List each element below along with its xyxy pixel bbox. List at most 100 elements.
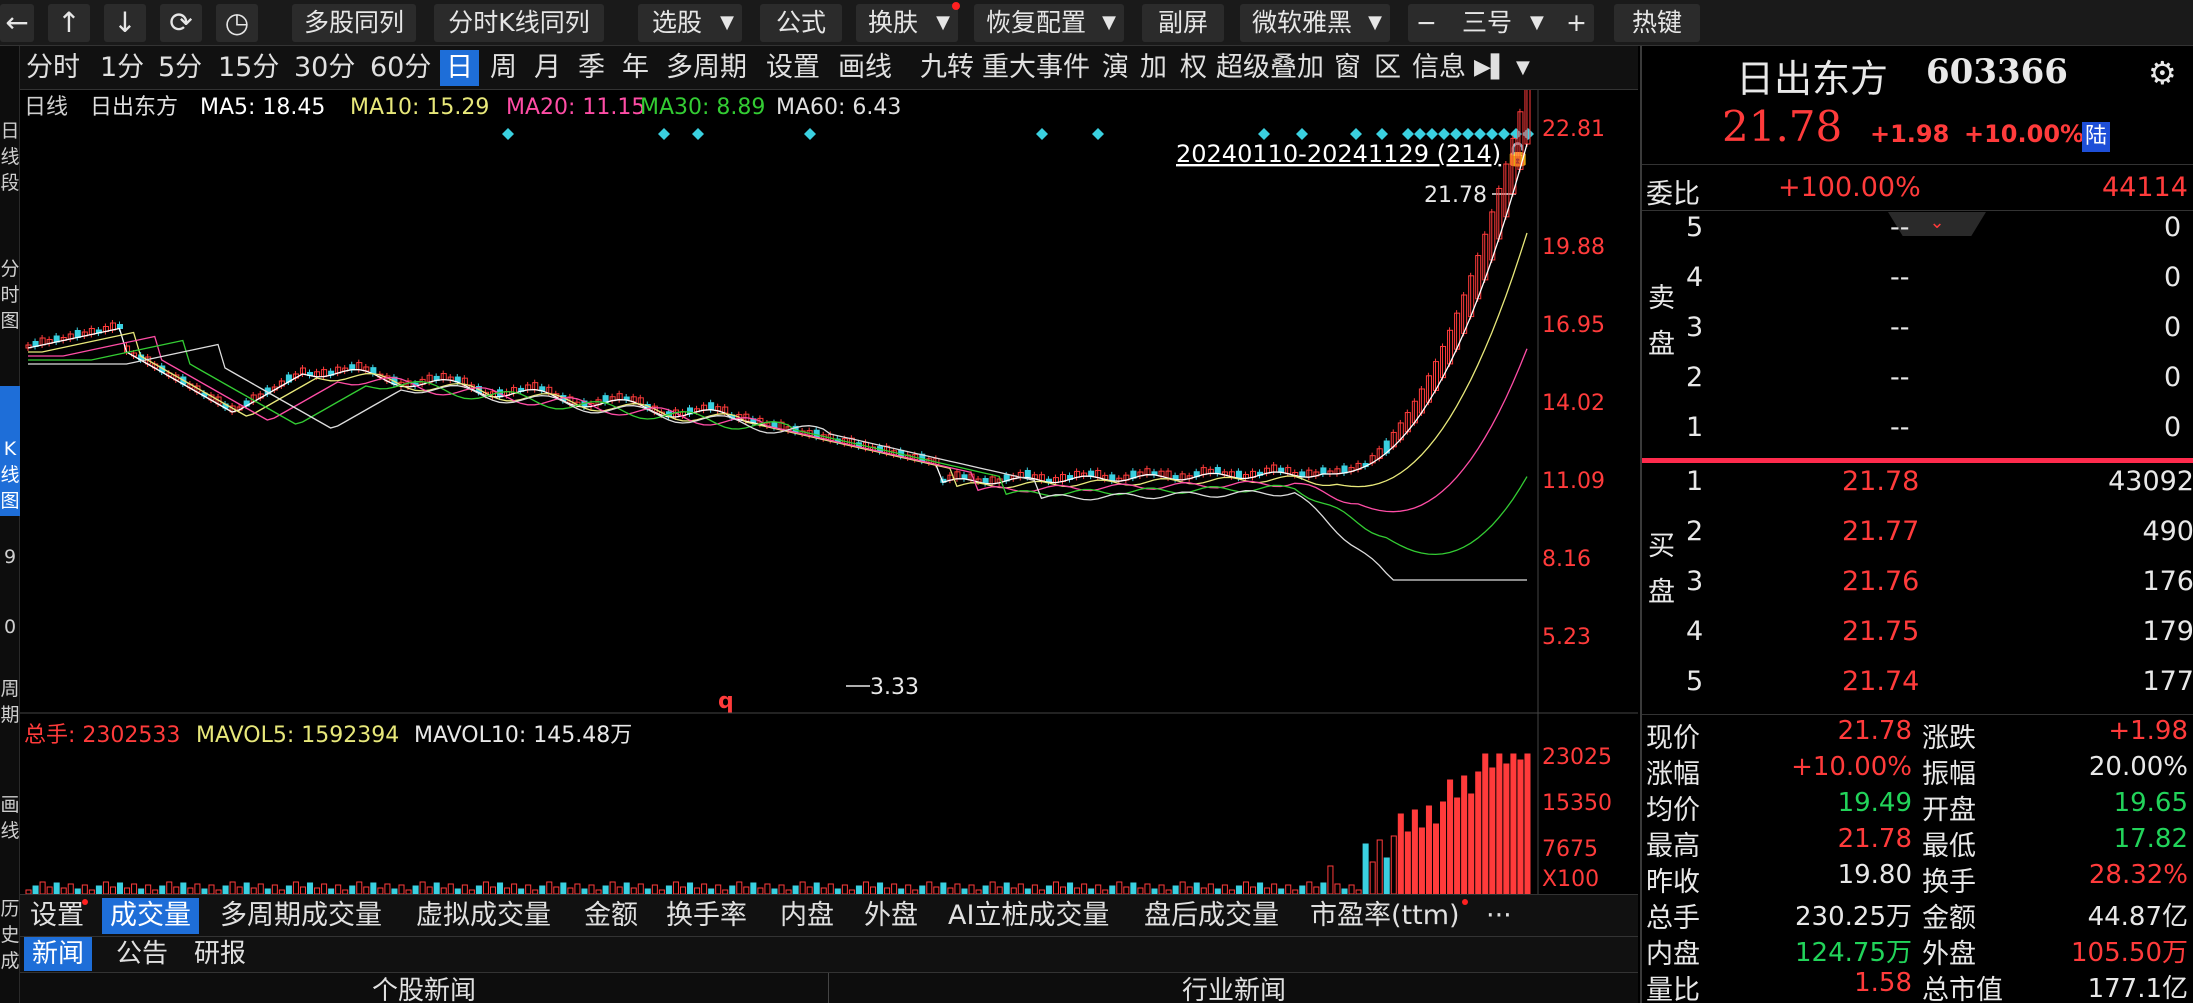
- news-tab[interactable]: 研报: [194, 937, 246, 971]
- volume-bar[interactable]: [292, 881, 299, 895]
- down-arrow-icon[interactable]: ↓: [104, 4, 146, 42]
- volume-bar[interactable]: [1045, 885, 1052, 895]
- volume-bar[interactable]: [1418, 827, 1425, 895]
- time-kline-button[interactable]: 分时K线同列: [434, 4, 604, 42]
- volume-bar[interactable]: [1186, 886, 1193, 895]
- volume-bar[interactable]: [715, 884, 722, 895]
- volume-bar[interactable]: [1320, 882, 1327, 895]
- side-tab-nine[interactable]: 9: [0, 544, 20, 574]
- candle[interactable]: [116, 324, 124, 329]
- volume-bar[interactable]: [299, 886, 306, 895]
- volume-bar[interactable]: [236, 886, 243, 895]
- volume-bar[interactable]: [1454, 797, 1461, 895]
- volume-bar[interactable]: [1109, 885, 1116, 895]
- volume-bar[interactable]: [539, 885, 546, 895]
- candle[interactable]: [1144, 468, 1151, 476]
- volume-bar[interactable]: [426, 886, 433, 895]
- volume-bar[interactable]: [806, 886, 813, 895]
- volume-bar[interactable]: [81, 884, 88, 895]
- volume-bar[interactable]: [39, 881, 46, 895]
- side-tab-zero[interactable]: 0: [0, 614, 20, 644]
- event-diamond-icon[interactable]: [1092, 128, 1104, 140]
- candle[interactable]: [1095, 469, 1102, 478]
- event-diamond-icon[interactable]: [1462, 128, 1474, 140]
- volume-bar[interactable]: [933, 886, 940, 895]
- volume-bar[interactable]: [982, 885, 989, 895]
- volume-bar[interactable]: [1130, 882, 1137, 895]
- skin-dropdown[interactable]: 换肤 ▼: [856, 4, 958, 42]
- industry-news-header[interactable]: 行业新闻: [830, 973, 1638, 1003]
- info-tab[interactable]: 信息: [1412, 50, 1466, 86]
- volume-bar[interactable]: [665, 885, 672, 895]
- volume-bar[interactable]: [1242, 881, 1250, 895]
- volume-bar[interactable]: [1116, 881, 1123, 895]
- event-diamonds[interactable]: [502, 128, 1534, 140]
- refresh-icon[interactable]: ⟳: [160, 4, 202, 42]
- volume-bar[interactable]: [926, 881, 933, 895]
- period-tab[interactable]: 月: [534, 50, 561, 86]
- volume-bar[interactable]: [1482, 753, 1489, 895]
- font-dropdown[interactable]: 微软雅黑 ▼: [1240, 4, 1390, 42]
- volume-bar[interactable]: [131, 883, 138, 895]
- volume-bar[interactable]: [799, 881, 806, 895]
- volume-bar[interactable]: [1313, 886, 1320, 895]
- volume-bar[interactable]: [651, 884, 658, 895]
- volume-bar[interactable]: [968, 884, 975, 895]
- volume-bar[interactable]: [306, 882, 314, 895]
- candle[interactable]: [440, 373, 447, 381]
- volume-bar[interactable]: [433, 882, 440, 895]
- volume-bar[interactable]: [1404, 831, 1411, 895]
- volume-bar[interactable]: [1095, 884, 1102, 895]
- volume-bar[interactable]: [687, 882, 694, 895]
- period-tab[interactable]: 年: [622, 50, 649, 86]
- candle[interactable]: [1165, 470, 1172, 479]
- indicator-tab[interactable]: 金额: [584, 898, 638, 934]
- volume-bar[interactable]: [1334, 883, 1341, 895]
- demo-tab[interactable]: 演: [1102, 50, 1129, 86]
- volume-bar[interactable]: [1376, 839, 1383, 895]
- volume-bar[interactable]: [1059, 886, 1067, 895]
- collapse-icon[interactable]: ▶▌: [1474, 50, 1508, 86]
- volume-bar[interactable]: [1411, 809, 1418, 895]
- volume-bar[interactable]: [869, 886, 877, 895]
- volume-bar[interactable]: [1285, 884, 1292, 895]
- event-diamond-icon[interactable]: [658, 128, 670, 140]
- volume-bar[interactable]: [482, 881, 489, 895]
- volume-bar[interactable]: [1179, 881, 1186, 895]
- kline-chart-svg[interactable]: 日线 日出东方 MA5: 18.45 MA10: 15.29 MA20: 11.…: [20, 81, 1638, 895]
- chevron-down-icon[interactable]: ▼: [1516, 50, 1530, 86]
- volume-bar[interactable]: [841, 884, 848, 895]
- restore-config-dropdown[interactable]: 恢复配置 ▼: [974, 4, 1124, 42]
- volume-bar[interactable]: [1362, 843, 1369, 895]
- volume-bar[interactable]: [1348, 884, 1355, 895]
- sell-price[interactable]: --: [1890, 262, 1910, 293]
- buy-price[interactable]: 21.78: [1842, 466, 1919, 497]
- event-diamond-icon[interactable]: [692, 128, 704, 140]
- side-tab-segment[interactable]: 日 线 段: [0, 118, 20, 248]
- candle[interactable]: [299, 367, 306, 375]
- volume-bar[interactable]: [384, 883, 391, 895]
- indicator-tab[interactable]: 盘后成交量: [1144, 898, 1279, 934]
- volume-bar[interactable]: [827, 883, 834, 895]
- up-arrow-icon[interactable]: ↑: [48, 4, 90, 42]
- volume-bar[interactable]: [1447, 779, 1454, 895]
- stock-pick-dropdown[interactable]: 选股 ▼: [638, 4, 742, 42]
- volume-bar[interactable]: [1067, 882, 1074, 895]
- candle[interactable]: [616, 393, 623, 401]
- volume-bar[interactable]: [1496, 753, 1503, 895]
- volume-bar[interactable]: [243, 882, 250, 895]
- side-tab-period[interactable]: 周 期: [0, 676, 20, 756]
- volume-bar[interactable]: [1475, 771, 1482, 895]
- event-diamond-icon[interactable]: [1474, 128, 1486, 140]
- volume-bar[interactable]: [32, 885, 39, 895]
- volume-bar[interactable]: [637, 883, 644, 895]
- side-tab-timeshare[interactable]: 分 时 图: [0, 256, 20, 386]
- volume-bar[interactable]: [679, 886, 687, 895]
- volume-bar[interactable]: [1003, 882, 1010, 895]
- event-diamond-icon[interactable]: [1296, 128, 1308, 140]
- volume-bar[interactable]: [222, 885, 229, 895]
- volume-bar[interactable]: [1390, 835, 1397, 895]
- volume-bar[interactable]: [1081, 883, 1088, 895]
- date-range-label[interactable]: 20240110-20241129 (214): [1176, 140, 1501, 168]
- candle[interactable]: [532, 382, 539, 391]
